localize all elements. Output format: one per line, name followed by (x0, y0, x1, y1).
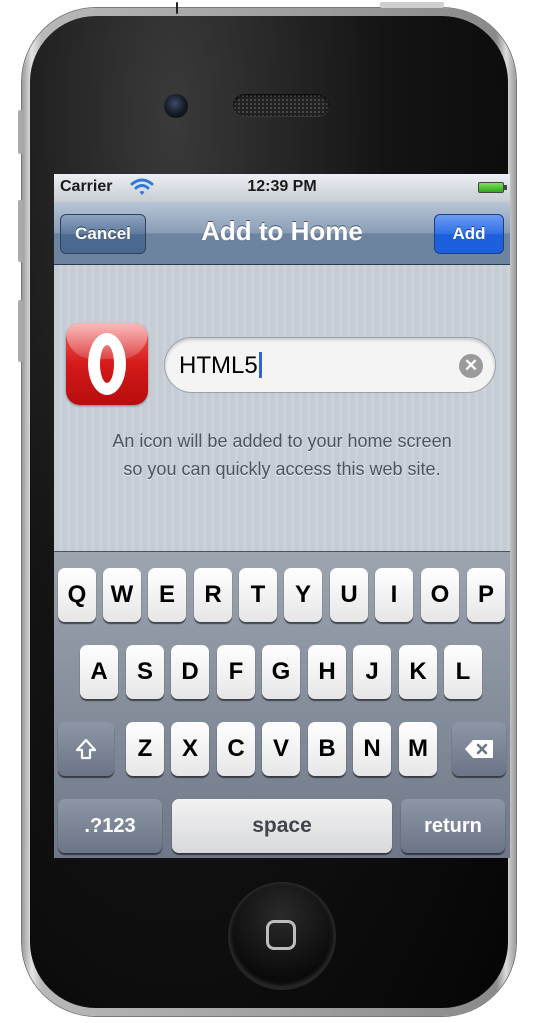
key-n[interactable]: N (353, 722, 391, 776)
key-g[interactable]: G (262, 645, 300, 699)
key-e[interactable]: E (148, 568, 186, 622)
key-i[interactable]: I (375, 568, 413, 622)
key-a[interactable]: A (80, 645, 118, 699)
key-o[interactable]: O (421, 568, 459, 622)
key-k[interactable]: K (399, 645, 437, 699)
key-z[interactable]: Z (126, 722, 164, 776)
battery-icon (478, 182, 507, 193)
opera-icon (66, 323, 148, 405)
earpiece-speaker (233, 94, 329, 116)
home-square-icon (266, 920, 296, 950)
navigation-bar: Cancel Add to Home Add (54, 202, 510, 265)
volume-up-button (18, 200, 23, 262)
power-button (380, 2, 444, 8)
key-v[interactable]: V (262, 722, 300, 776)
key-c[interactable]: C (217, 722, 255, 776)
key-r[interactable]: R (194, 568, 232, 622)
key-h[interactable]: H (308, 645, 346, 699)
screen: Carrier 12:39 PM Cancel Add to Home Add … (54, 174, 510, 858)
mute-switch (18, 110, 23, 154)
key-m[interactable]: M (399, 722, 437, 776)
numbers-key[interactable]: .?123 (58, 799, 162, 853)
backspace-icon (465, 740, 493, 758)
shift-icon (75, 738, 97, 760)
key-y[interactable]: Y (284, 568, 322, 622)
key-b[interactable]: B (308, 722, 346, 776)
space-key[interactable]: space (172, 799, 392, 853)
key-s[interactable]: S (126, 645, 164, 699)
key-f[interactable]: F (217, 645, 255, 699)
key-t[interactable]: T (239, 568, 277, 622)
key-u[interactable]: U (330, 568, 368, 622)
keyboard: Q W E R T Y U I O P A S D F G H J K L Z … (54, 551, 510, 858)
return-key[interactable]: return (401, 799, 505, 853)
key-l[interactable]: L (444, 645, 482, 699)
bookmark-name-input[interactable]: HTML5 ✕ (164, 337, 496, 393)
key-j[interactable]: J (353, 645, 391, 699)
status-bar: Carrier 12:39 PM (54, 174, 510, 202)
key-q[interactable]: Q (58, 568, 96, 622)
hint-text: An icon will be added to your home scree… (54, 427, 510, 483)
clock: 12:39 PM (247, 178, 317, 195)
clear-icon[interactable]: ✕ (459, 354, 483, 378)
shift-key[interactable] (58, 722, 114, 776)
hint-line-1: An icon will be added to your home scree… (112, 431, 452, 451)
bookmark-name-value: HTML5 (179, 352, 258, 379)
home-button[interactable] (230, 884, 334, 988)
key-x[interactable]: X (171, 722, 209, 776)
hint-line-2: so you can quickly access this web site. (123, 459, 441, 479)
top-notch (176, 2, 178, 14)
volume-down-button (18, 300, 23, 362)
text-caret (258, 352, 262, 378)
add-to-home-panel: HTML5 ✕ An icon will be added to your ho… (54, 265, 510, 551)
key-d[interactable]: D (171, 645, 209, 699)
key-w[interactable]: W (103, 568, 141, 622)
key-p[interactable]: P (467, 568, 505, 622)
add-button[interactable]: Add (434, 214, 504, 254)
backspace-key[interactable] (452, 722, 506, 776)
front-camera (164, 94, 188, 118)
